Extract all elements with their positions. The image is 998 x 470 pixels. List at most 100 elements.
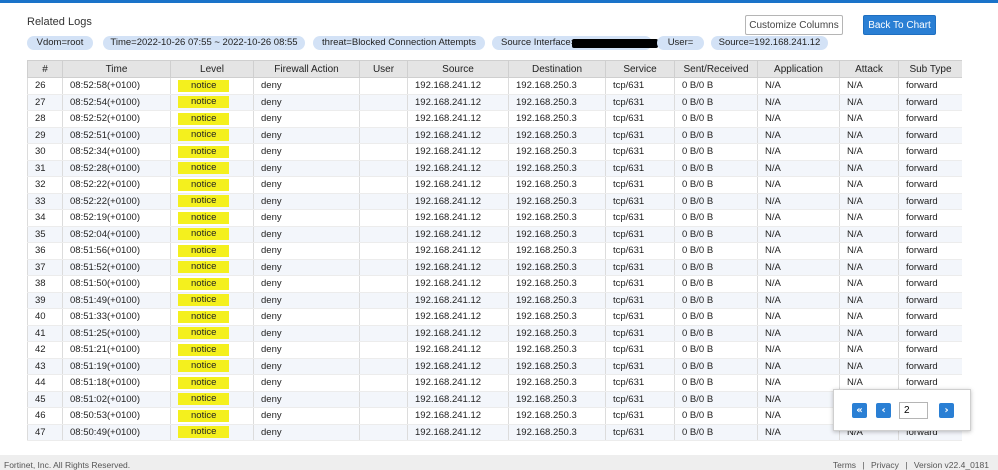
cell-attack: N/A [839,209,899,227]
cell-destination: 192.168.250.3 [508,325,606,342]
footer-version: Version v22.4_0181 [913,460,989,470]
table-row[interactable]: 26 08:52:58(+0100) notice deny 192.168.241.1… [27,77,962,95]
cell-sent-received: 0 B/0 B [674,176,758,194]
column-header-destination[interactable]: Destination [508,60,606,78]
cell-time: 08:52:19(+0100) [62,209,171,227]
cell-attack: N/A [839,242,899,260]
table-row[interactable]: 30 08:52:34(+0100) notice deny 192.168.241.1… [27,143,962,161]
cell-source: 192.168.241.12 [407,143,509,161]
cell-index: 29 [27,127,63,144]
table-row[interactable]: 34 08:52:19(+0100) notice deny 192.168.241.1… [27,209,962,227]
cell-level: notice [170,143,254,161]
cell-level: notice [170,94,254,111]
table-row[interactable]: 41 08:51:25(+0100) notice deny 192.168.241.1… [27,325,962,342]
cell-source: 192.168.241.12 [407,110,509,128]
cell-user [359,226,408,243]
table-row[interactable]: 37 08:51:52(+0100) notice deny 192.168.241.1… [27,259,962,276]
cell-index: 38 [27,275,63,293]
table-row[interactable]: 38 08:51:50(+0100) notice deny 192.168.241.1… [27,275,962,293]
table-row[interactable]: 47 08:50:49(+0100) notice deny 192.168.241.1… [27,424,962,441]
cell-sent-received: 0 B/0 B [674,275,758,293]
column-header-source[interactable]: Source [407,60,509,78]
cell-source: 192.168.241.12 [407,292,509,309]
column-header-index[interactable]: # [27,60,63,78]
cell-destination: 192.168.250.3 [508,127,606,144]
column-header-level[interactable]: Level [170,60,254,78]
cell-firewall-action: deny [253,292,360,309]
cell-attack: N/A [839,143,899,161]
cell-index: 31 [27,160,63,177]
cell-sub-type: forward [898,193,962,210]
table-row[interactable]: 32 08:52:22(+0100) notice deny 192.168.241.1… [27,176,962,194]
cell-time: 08:51:02(+0100) [62,391,171,408]
cell-service: tcp/631 [605,160,675,177]
table-row[interactable]: 33 08:52:22(+0100) notice deny 192.168.241.1… [27,193,962,210]
cell-source: 192.168.241.12 [407,341,509,359]
table-row[interactable]: 28 08:52:52(+0100) notice deny 192.168.241.1… [27,110,962,128]
filter-chip-vdom[interactable]: Vdom=root [27,36,93,50]
table-row[interactable]: 35 08:52:04(+0100) notice deny 192.168.241.1… [27,226,962,243]
cell-service: tcp/631 [605,110,675,128]
table-row[interactable]: 43 08:51:19(+0100) notice deny 192.168.241.1… [27,358,962,375]
footer-privacy-link[interactable]: Privacy [871,460,899,470]
column-header-service[interactable]: Service [605,60,675,78]
column-header-sub-type[interactable]: Sub Type [898,60,962,78]
cell-firewall-action: deny [253,226,360,243]
table-row[interactable]: 29 08:52:51(+0100) notice deny 192.168.241.1… [27,127,962,144]
cell-level: notice [170,77,254,95]
next-page-icon[interactable]: › [939,403,954,418]
cell-time: 08:52:34(+0100) [62,143,171,161]
column-header-application[interactable]: Application [757,60,840,78]
cell-application: N/A [757,193,840,210]
column-header-firewall-action[interactable]: Firewall Action [253,60,360,78]
level-badge: notice [178,261,230,274]
cell-level: notice [170,341,254,359]
cell-index: 40 [27,308,63,326]
cell-user [359,242,408,260]
level-badge: notice [178,294,230,307]
cell-time: 08:51:52(+0100) [62,259,171,276]
table-row[interactable]: 40 08:51:33(+0100) notice deny 192.168.241.1… [27,308,962,326]
cell-sub-type: forward [898,226,962,243]
cell-time: 08:50:53(+0100) [62,407,171,425]
filter-chip-threat[interactable]: threat=Blocked Connection Attempts [313,36,485,50]
cell-user [359,292,408,309]
back-to-chart-button[interactable]: Back To Chart [863,15,936,35]
level-badge: notice [178,129,230,142]
page-number-input[interactable] [899,402,928,419]
prev-page-icon[interactable]: ‹ [876,403,891,418]
table-row[interactable]: 39 08:51:49(+0100) notice deny 192.168.241.1… [27,292,962,309]
cell-application: N/A [757,407,840,425]
cell-time: 08:51:50(+0100) [62,275,171,293]
first-page-icon[interactable]: « [852,403,867,418]
column-header-sent-received[interactable]: Sent/Received [674,60,758,78]
cell-sent-received: 0 B/0 B [674,374,758,392]
filter-chip-source[interactable]: Source=192.168.241.12 [711,36,828,50]
cell-destination: 192.168.250.3 [508,391,606,408]
column-header-attack[interactable]: Attack [839,60,899,78]
cell-time: 08:52:54(+0100) [62,94,171,111]
cell-application: N/A [757,275,840,293]
cell-sub-type: forward [898,259,962,276]
table-row[interactable]: 45 08:51:02(+0100) notice deny 192.168.241.1… [27,391,962,408]
cell-firewall-action: deny [253,325,360,342]
cell-destination: 192.168.250.3 [508,275,606,293]
cell-index: 35 [27,226,63,243]
cell-firewall-action: deny [253,407,360,425]
table-row[interactable]: 31 08:52:28(+0100) notice deny 192.168.241.1… [27,160,962,177]
cell-service: tcp/631 [605,391,675,408]
cell-sub-type: forward [898,292,962,309]
table-row[interactable]: 46 08:50:53(+0100) notice deny 192.168.241.1… [27,407,962,425]
column-header-time[interactable]: Time [62,60,171,78]
table-row[interactable]: 44 08:51:18(+0100) notice deny 192.168.241.1… [27,374,962,392]
footer-terms-link[interactable]: Terms [833,460,856,470]
table-row[interactable]: 42 08:51:21(+0100) notice deny 192.168.241.1… [27,341,962,359]
cell-index: 44 [27,374,63,392]
filter-chip-user[interactable]: User= [657,36,704,50]
cell-destination: 192.168.250.3 [508,424,606,441]
filter-chip-time[interactable]: Time=2022-10-26 07:55 ~ 2022-10-26 08:55 [103,36,305,50]
customize-columns-button[interactable]: Customize Columns [745,15,843,35]
column-header-user[interactable]: User [359,60,408,78]
table-row[interactable]: 36 08:51:56(+0100) notice deny 192.168.241.1… [27,242,962,260]
table-row[interactable]: 27 08:52:54(+0100) notice deny 192.168.241.1… [27,94,962,111]
